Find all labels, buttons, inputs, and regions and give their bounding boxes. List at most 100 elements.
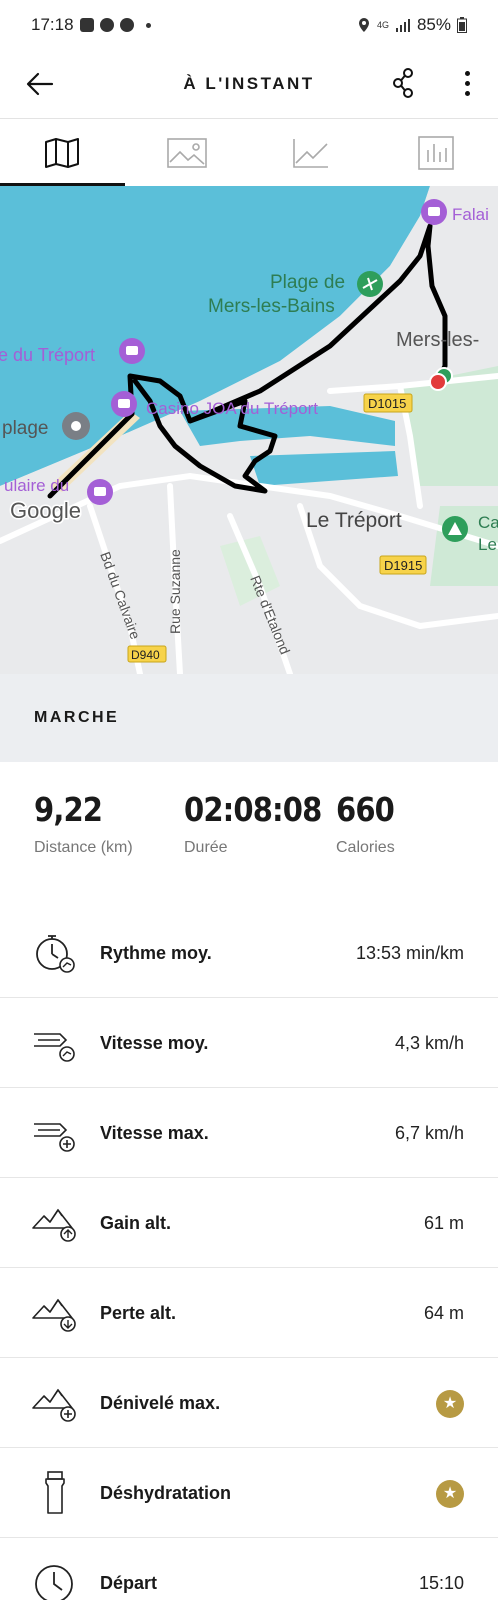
- stat-value: 15:10: [418, 1573, 464, 1593]
- map-label-camp-1: Ca: [478, 513, 498, 532]
- road-label-d1915: D1915: [384, 558, 422, 573]
- more-notifications-icon: [145, 22, 151, 28]
- route-map[interactable]: Falai Plage de Mers-les-Bains Mers-les- …: [0, 186, 498, 674]
- share-icon: [393, 68, 413, 98]
- stat-label: Départ: [100, 1573, 158, 1593]
- summary-calories: 660 Calories: [336, 790, 402, 857]
- elevation-gain-icon: [32, 1208, 76, 1242]
- road-label-d1015: D1015: [368, 396, 406, 411]
- distance-value: 9,22: [34, 790, 103, 829]
- status-right: 4G 85%: [357, 15, 467, 35]
- page-title: À L'INSTANT: [183, 74, 315, 93]
- tab-splits[interactable]: [374, 119, 498, 186]
- tab-photos[interactable]: [125, 119, 250, 186]
- poi-casino: [111, 391, 137, 417]
- poi-funiculaire: [87, 479, 113, 505]
- tab-graph[interactable]: [249, 119, 374, 186]
- duration-label: Durée: [184, 839, 228, 856]
- stat-label: Déshydratation: [100, 1483, 232, 1503]
- summary-duration: 02:08:08 Durée: [184, 790, 340, 857]
- stat-label: Perte alt.: [100, 1303, 177, 1323]
- poi-falaise: [421, 199, 447, 225]
- more-dot-icon: [464, 80, 470, 86]
- stat-row-elevation-gain[interactable]: Gain alt. 61 m: [0, 1178, 498, 1268]
- road-label-d940: D940: [131, 648, 160, 662]
- line-chart-icon: [293, 138, 329, 168]
- network-type: 4G: [376, 19, 389, 30]
- distance-label: Distance (km): [34, 839, 133, 856]
- tab-map[interactable]: [0, 119, 125, 186]
- stat-row-pace[interactable]: Rythme moy. 13:53 min/km: [0, 908, 498, 998]
- location-icon: [358, 18, 369, 32]
- map-label-plage-mers-2: Mers-les-Bains: [208, 296, 335, 317]
- stat-value: 64 m: [423, 1303, 464, 1323]
- speed-average-icon: [34, 1033, 75, 1062]
- status-left: 17:18: [31, 15, 151, 35]
- map-label-mers: Mers-les-: [396, 329, 479, 351]
- elevation-max-icon: [32, 1388, 76, 1422]
- map-label-plage-mers-1: Plage de: [270, 272, 345, 293]
- map-label-ulaire-1: ulaire du: [4, 476, 69, 495]
- image-icon: [166, 137, 207, 168]
- signal-icon: [395, 19, 410, 32]
- map-label-le-treport: Le Tréport: [306, 509, 402, 532]
- poi-plage: [62, 412, 90, 440]
- battery-percent: 85%: [416, 15, 451, 34]
- stat-row-avg-speed[interactable]: Vitesse moy. 4,3 km/h: [0, 998, 498, 1088]
- stat-value: 13:53 min/km: [355, 943, 464, 963]
- stat-label: Vitesse moy.: [100, 1033, 209, 1053]
- poi-camping: [442, 516, 468, 542]
- map-label-plage: plage: [2, 418, 49, 439]
- stat-row-max-elevation[interactable]: Dénivelé max. ★: [0, 1358, 498, 1448]
- activity-type-header: MARCHE: [0, 674, 498, 762]
- route-start-marker: [429, 373, 447, 391]
- calories-label: Calories: [336, 839, 395, 856]
- status-time: 17:18: [31, 15, 74, 34]
- bar-chart-icon: [417, 135, 454, 170]
- more-options-button[interactable]: [452, 64, 482, 102]
- stat-value: 4,3 km/h: [394, 1033, 464, 1053]
- stat-label: Dénivelé max.: [100, 1393, 221, 1413]
- stat-row-start[interactable]: Départ 15:10: [0, 1538, 498, 1600]
- map-label-camp-2: Le: [478, 535, 497, 554]
- more-dot-icon: [464, 90, 470, 96]
- app-notification-icon: [119, 18, 134, 32]
- gallery-notification-icon: [79, 18, 94, 32]
- stat-value: 61 m: [423, 1213, 464, 1233]
- more-dot-icon: [464, 70, 470, 76]
- messenger-notification-icon: [99, 18, 114, 32]
- status-bar: 17:18 4G 85%: [0, 0, 498, 50]
- summary-distance: 9,22 Distance (km): [34, 790, 133, 857]
- stats-list: Rythme moy. 13:53 min/km Vitesse moy. 4,…: [0, 908, 498, 1600]
- map-label-falaise: Falai: [452, 205, 489, 224]
- stat-value: 6,7 km/h: [394, 1123, 464, 1143]
- clock-icon: [35, 1565, 73, 1600]
- app-bar: À L'INSTANT: [0, 52, 498, 118]
- calories-value: 660: [336, 790, 395, 829]
- google-logo: Google: [10, 498, 81, 523]
- map-icon: [45, 137, 80, 168]
- battery-icon: [457, 17, 467, 33]
- stat-row-elevation-loss[interactable]: Perte alt. 64 m: [0, 1268, 498, 1358]
- map-canvas: Falai Plage de Mers-les-Bains Mers-les- …: [0, 186, 498, 674]
- stat-row-dehydration[interactable]: Déshydratation ★: [0, 1448, 498, 1538]
- stat-label: Rythme moy.: [100, 943, 212, 963]
- stopwatch-pace-icon: [36, 935, 75, 973]
- premium-star-icon[interactable]: ★: [436, 1480, 464, 1508]
- stat-label: Gain alt.: [100, 1213, 172, 1233]
- stat-row-max-speed[interactable]: Vitesse max. 6,7 km/h: [0, 1088, 498, 1178]
- activity-type: MARCHE: [34, 709, 120, 726]
- stat-label: Vitesse max.: [100, 1123, 209, 1143]
- speed-max-icon: [34, 1123, 75, 1152]
- premium-star-icon[interactable]: ★: [436, 1390, 464, 1418]
- duration-value: 02:08:08: [184, 790, 322, 829]
- poi-casino-treport: [119, 338, 145, 364]
- bottle-icon: [45, 1471, 65, 1514]
- share-button[interactable]: [386, 64, 422, 102]
- poi-plage-mers: [357, 271, 383, 297]
- view-tabs: [0, 118, 498, 186]
- map-label-casino: Casino JOA du Tréport: [146, 399, 318, 418]
- map-label-treport-poi: e du Tréport: [0, 345, 95, 365]
- street-label-rue-suzanne: Rue Suzanne: [167, 549, 183, 634]
- elevation-loss-icon: [32, 1298, 76, 1332]
